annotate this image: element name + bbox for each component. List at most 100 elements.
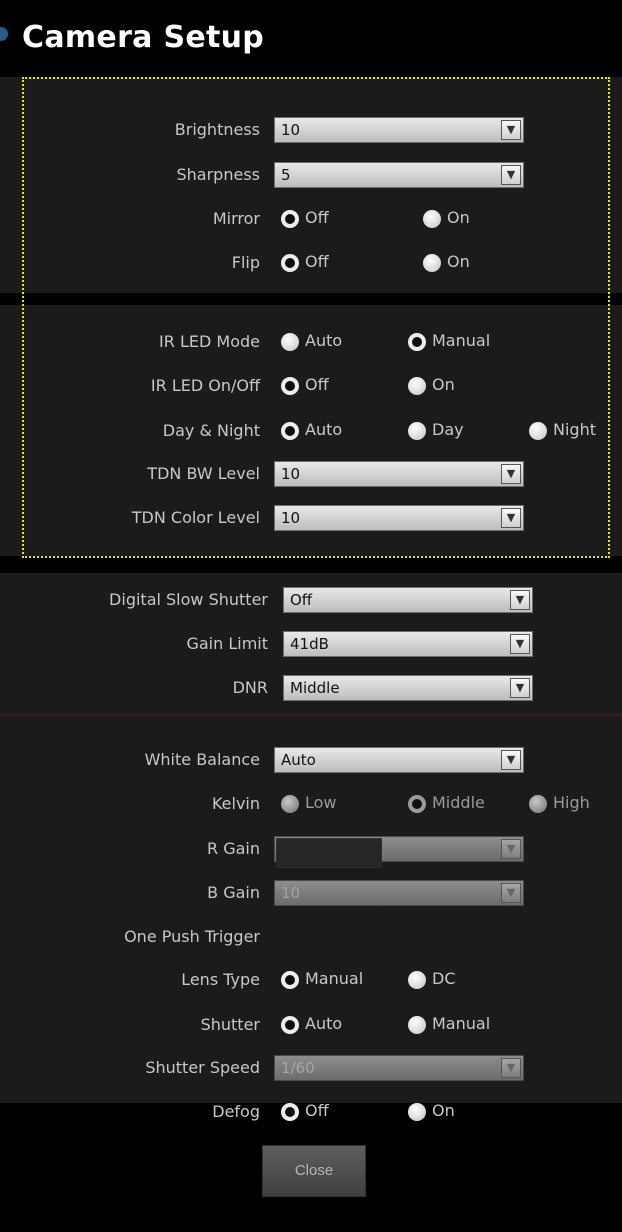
flip-on-label: On: [447, 252, 470, 271]
image-settings-panel: Brightness 10 ▼ Sharpness 5 ▼ Mirror Off…: [0, 77, 622, 293]
shutter-speed-label: Shutter Speed: [145, 1058, 260, 1077]
defog-label: Defog: [212, 1102, 260, 1121]
tdn-color-level-label: TDN Color Level: [131, 508, 260, 527]
chevron-down-icon[interactable]: ▼: [501, 883, 521, 903]
ir-led-onoff-row: IR LED On/Off Off On: [0, 373, 622, 401]
dnr-value: Middle: [290, 679, 340, 697]
white-balance-select[interactable]: Auto ▼: [274, 747, 524, 773]
chevron-down-icon[interactable]: ▼: [501, 839, 521, 859]
ir-led-off-label: Off: [305, 375, 329, 394]
radio-unselected-icon: [281, 333, 299, 351]
chevron-down-icon[interactable]: ▼: [501, 750, 521, 770]
white-balance-label: White Balance: [144, 750, 260, 769]
brightness-value: 10: [281, 121, 301, 139]
r-gain-label: R Gain: [207, 839, 260, 858]
kelvin-high-label: High: [553, 793, 590, 812]
tdn-color-level-row: TDN Color Level 10 ▼: [0, 505, 622, 533]
flip-label: Flip: [231, 253, 260, 272]
chevron-down-icon[interactable]: ▼: [501, 508, 521, 528]
chevron-down-icon[interactable]: ▼: [501, 464, 521, 484]
chevron-down-icon[interactable]: ▼: [501, 165, 521, 185]
shutter-auto-label: Auto: [305, 1014, 343, 1033]
digital-slow-shutter-value: Off: [290, 591, 313, 609]
radio-selected-icon: [281, 971, 299, 989]
wb-settings-panel: White Balance Auto ▼ Kelvin Low Middle H…: [0, 717, 622, 1103]
ir-led-mode-label: IR LED Mode: [159, 332, 260, 351]
ir-led-onoff-label: IR LED On/Off: [150, 376, 260, 395]
b-gain-select[interactable]: 10 ▼: [274, 880, 524, 906]
radio-selected-icon: [281, 377, 299, 395]
shutter-manual-label: Manual: [432, 1014, 491, 1033]
day-night-label: Day & Night: [162, 421, 260, 440]
defog-row: Defog Off On: [0, 1099, 622, 1127]
chevron-down-icon[interactable]: ▼: [510, 678, 530, 698]
defog-on-label: On: [432, 1101, 455, 1120]
gain-limit-value: 41dB: [290, 635, 329, 653]
shutter-speed-row: Shutter Speed 1/60 ▼: [0, 1055, 622, 1083]
radio-unselected-icon: [408, 422, 426, 440]
tdn-color-level-select[interactable]: 10 ▼: [274, 505, 524, 531]
day-night-day-label: Day: [432, 420, 464, 439]
tdn-bw-level-select[interactable]: 10 ▼: [274, 461, 524, 487]
gain-limit-label: Gain Limit: [186, 634, 268, 653]
radio-selected-icon: [408, 795, 426, 813]
brightness-select[interactable]: 10 ▼: [274, 117, 524, 143]
radio-unselected-icon: [408, 1016, 426, 1034]
tdn-bw-level-label: TDN BW Level: [147, 464, 260, 483]
radio-unselected-icon: [408, 971, 426, 989]
white-balance-row: White Balance Auto ▼: [0, 747, 622, 775]
close-button[interactable]: Close: [262, 1145, 366, 1197]
one-push-trigger-label: One Push Trigger: [124, 927, 260, 946]
page-title: Camera Setup: [22, 20, 265, 55]
radio-unselected-icon: [423, 254, 441, 272]
radio-selected-icon: [408, 333, 426, 351]
kelvin-low-label: Low: [305, 793, 337, 812]
radio-unselected-icon: [529, 795, 547, 813]
kelvin-label: Kelvin: [211, 794, 260, 813]
radio-unselected-icon: [408, 377, 426, 395]
tdn-bw-level-row: TDN BW Level 10 ▼: [0, 461, 622, 489]
b-gain-value: 10: [281, 884, 301, 902]
dnr-label: DNR: [232, 678, 268, 697]
brightness-label: Brightness: [174, 120, 260, 139]
white-balance-value: Auto: [281, 751, 316, 769]
sharpness-label: Sharpness: [176, 165, 261, 184]
dnr-select[interactable]: Middle ▼: [283, 675, 533, 701]
gain-limit-select[interactable]: 41dB ▼: [283, 631, 533, 657]
digital-slow-shutter-row: Digital Slow Shutter Off ▼: [0, 587, 622, 615]
gain-limit-row: Gain Limit 41dB ▼: [0, 631, 622, 659]
lens-type-row: Lens Type Manual DC: [0, 967, 622, 995]
radio-selected-icon: [281, 422, 299, 440]
radio-unselected-icon: [408, 1103, 426, 1121]
ir-led-mode-manual-label: Manual: [432, 331, 491, 350]
radio-selected-icon: [281, 210, 299, 228]
radio-unselected-icon: [281, 795, 299, 813]
shutter-label: Shutter: [200, 1015, 260, 1034]
ir-led-mode-row: IR LED Mode Auto Manual: [0, 329, 622, 357]
chevron-down-icon[interactable]: ▼: [510, 590, 530, 610]
chevron-down-icon[interactable]: ▼: [501, 1058, 521, 1078]
kelvin-row: Kelvin Low Middle High: [0, 791, 622, 819]
digital-slow-shutter-label: Digital Slow Shutter: [109, 590, 268, 609]
shutter-speed-select[interactable]: 1/60 ▼: [274, 1055, 524, 1081]
digital-slow-shutter-select[interactable]: Off ▼: [283, 587, 533, 613]
lens-type-label: Lens Type: [181, 970, 260, 989]
lens-type-manual-label: Manual: [305, 969, 364, 988]
sharpness-row: Sharpness 5 ▼: [0, 162, 622, 190]
b-gain-label: B Gain: [207, 883, 260, 902]
chevron-down-icon[interactable]: ▼: [501, 120, 521, 140]
kelvin-middle-label: Middle: [432, 793, 485, 812]
sharpness-select[interactable]: 5 ▼: [274, 162, 524, 188]
ir-led-on-label: On: [432, 375, 455, 394]
shutter-speed-value: 1/60: [281, 1059, 315, 1077]
brightness-row: Brightness 10 ▼: [0, 117, 622, 145]
ir-led-mode-auto-label: Auto: [305, 331, 343, 350]
exposure-settings-panel: Digital Slow Shutter Off ▼ Gain Limit 41…: [0, 573, 622, 713]
radio-selected-icon: [281, 1103, 299, 1121]
one-push-trigger-button[interactable]: [276, 838, 382, 868]
radio-selected-icon: [281, 254, 299, 272]
chevron-down-icon[interactable]: ▼: [510, 634, 530, 654]
mirror-on-label: On: [447, 208, 470, 227]
day-night-night-label: Night: [553, 420, 596, 439]
flip-row: Flip Off On: [0, 250, 622, 278]
